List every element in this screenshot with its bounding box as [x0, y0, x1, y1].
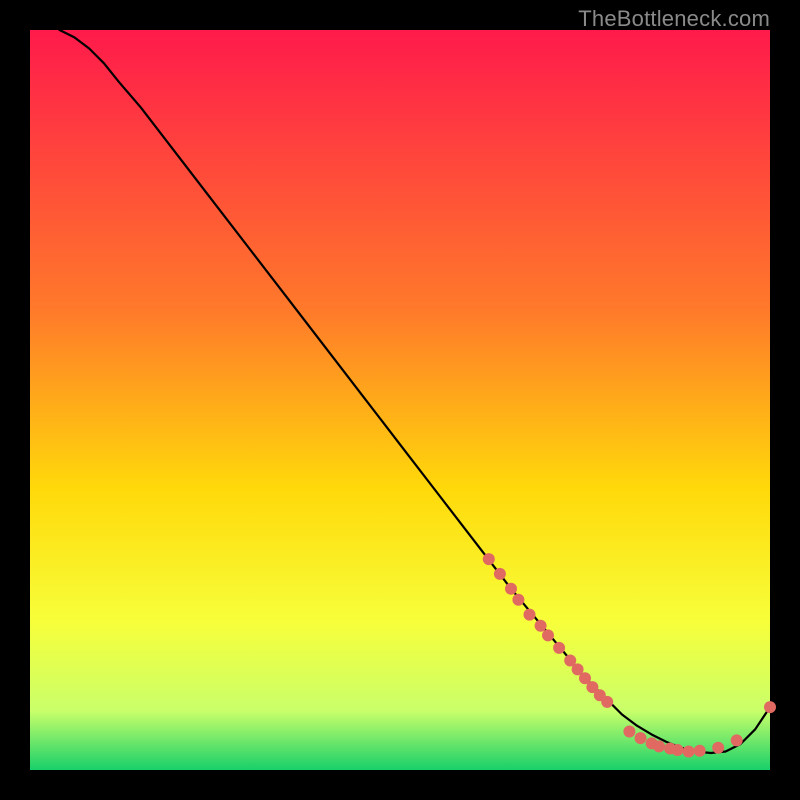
credit-label: TheBottleneck.com: [578, 6, 770, 32]
data-marker: [623, 726, 635, 738]
data-markers: [483, 553, 776, 757]
data-marker: [512, 594, 524, 606]
data-marker: [712, 742, 724, 754]
data-marker: [764, 701, 776, 713]
bottleneck-curve: [60, 30, 770, 753]
data-marker: [694, 745, 706, 757]
chart-stage: TheBottleneck.com: [0, 0, 800, 800]
data-marker: [483, 553, 495, 565]
data-marker: [672, 744, 684, 756]
chart-overlay: [30, 30, 770, 770]
data-marker: [542, 629, 554, 641]
data-marker: [505, 583, 517, 595]
data-marker: [683, 746, 695, 758]
plot-area: [30, 30, 770, 770]
data-marker: [524, 609, 536, 621]
data-marker: [494, 568, 506, 580]
data-marker: [635, 732, 647, 744]
data-marker: [653, 740, 665, 752]
data-marker: [535, 620, 547, 632]
data-marker: [601, 696, 613, 708]
data-marker: [731, 734, 743, 746]
data-marker: [553, 642, 565, 654]
